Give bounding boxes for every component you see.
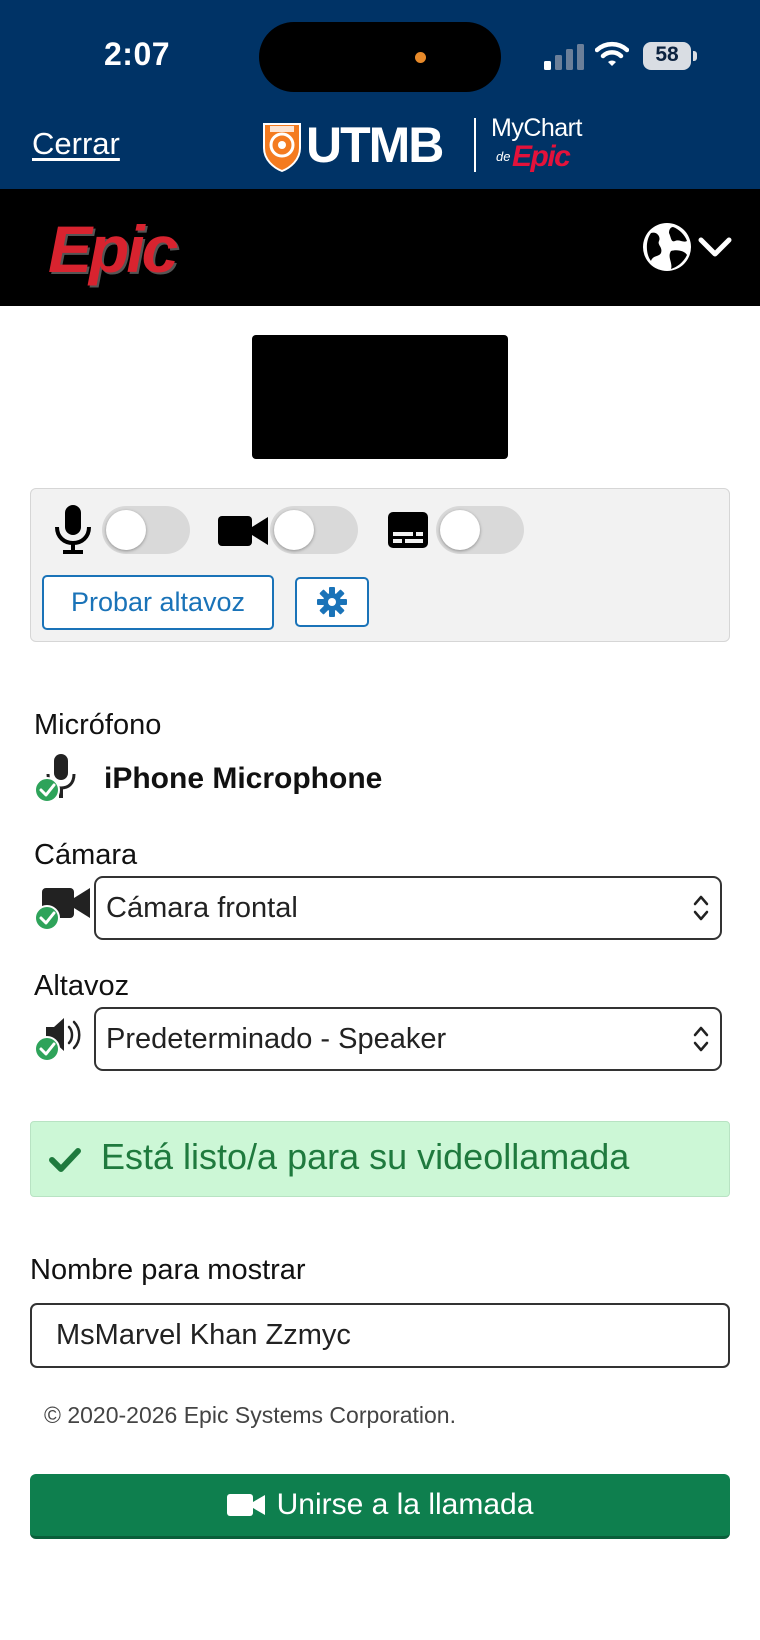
toggle-knob — [106, 510, 146, 550]
select-arrows-icon — [693, 895, 709, 921]
cellular-signal-icon — [544, 44, 584, 70]
settings-button[interactable] — [295, 577, 369, 627]
speaker-label: Altavoz — [34, 970, 130, 1002]
mychart-logo-de: de — [496, 149, 511, 164]
logo-divider — [474, 118, 476, 172]
battery-tip — [693, 51, 697, 61]
camera-select[interactable]: Cámara frontal — [94, 876, 722, 940]
captions-icon — [388, 512, 428, 548]
dynamic-island — [259, 22, 501, 92]
ready-message: Está listo/a para su videollamada — [101, 1136, 630, 1177]
microphone-value: iPhone Microphone — [104, 762, 383, 795]
display-name-input[interactable]: MsMarvel Khan Zzmyc — [30, 1303, 730, 1368]
checkmark-icon — [49, 1148, 81, 1172]
utmb-shield-icon — [263, 123, 301, 172]
battery-indicator: 58 — [643, 42, 697, 70]
epic-logo: Epic — [48, 212, 178, 286]
camera-indicator-dot — [415, 52, 426, 63]
status-time: 2:07 — [104, 36, 171, 72]
join-call-button[interactable]: Unirse a la llamada — [30, 1474, 730, 1539]
chevron-down-icon[interactable] — [697, 232, 733, 262]
mychart-logo-epic: Epic — [512, 140, 571, 173]
video-camera-icon — [218, 516, 268, 546]
captions-toggle[interactable] — [436, 506, 524, 554]
speaker-status-icon — [34, 1018, 81, 1062]
select-arrows-icon — [693, 1026, 709, 1052]
close-link[interactable]: Cerrar — [32, 126, 120, 162]
video-camera-icon — [226, 1494, 265, 1516]
display-name-label: Nombre para mostrar — [30, 1254, 306, 1286]
microphone-status-icon — [34, 754, 76, 803]
toggle-knob — [274, 510, 314, 550]
toggle-knob — [440, 510, 480, 550]
speaker-select-value: Predeterminado - Speaker — [106, 1022, 447, 1055]
test-speaker-button[interactable]: Probar altavoz — [42, 575, 274, 630]
gear-icon — [317, 587, 347, 617]
microphone-icon — [55, 505, 91, 554]
battery-level: 58 — [655, 43, 679, 66]
mychart-logo-text: MyChart — [491, 114, 582, 142]
speaker-select[interactable]: Predeterminado - Speaker — [94, 1007, 722, 1071]
camera-label: Cámara — [34, 839, 138, 871]
globe-icon[interactable] — [641, 221, 693, 273]
microphone-label: Micrófono — [34, 709, 162, 741]
camera-select-value: Cámara frontal — [106, 891, 298, 924]
ready-banner: Está listo/a para su videollamada — [30, 1121, 730, 1197]
join-call-label: Unirse a la llamada — [276, 1488, 534, 1521]
camera-toggle[interactable] — [270, 506, 358, 554]
utmb-logo-text: UTMB — [306, 117, 444, 173]
video-preview — [252, 335, 508, 459]
microphone-toggle[interactable] — [102, 506, 190, 554]
camera-status-icon — [34, 888, 90, 931]
copyright-text: © 2020-2026 Epic Systems Corporation. — [44, 1402, 456, 1428]
wifi-icon — [595, 41, 629, 66]
